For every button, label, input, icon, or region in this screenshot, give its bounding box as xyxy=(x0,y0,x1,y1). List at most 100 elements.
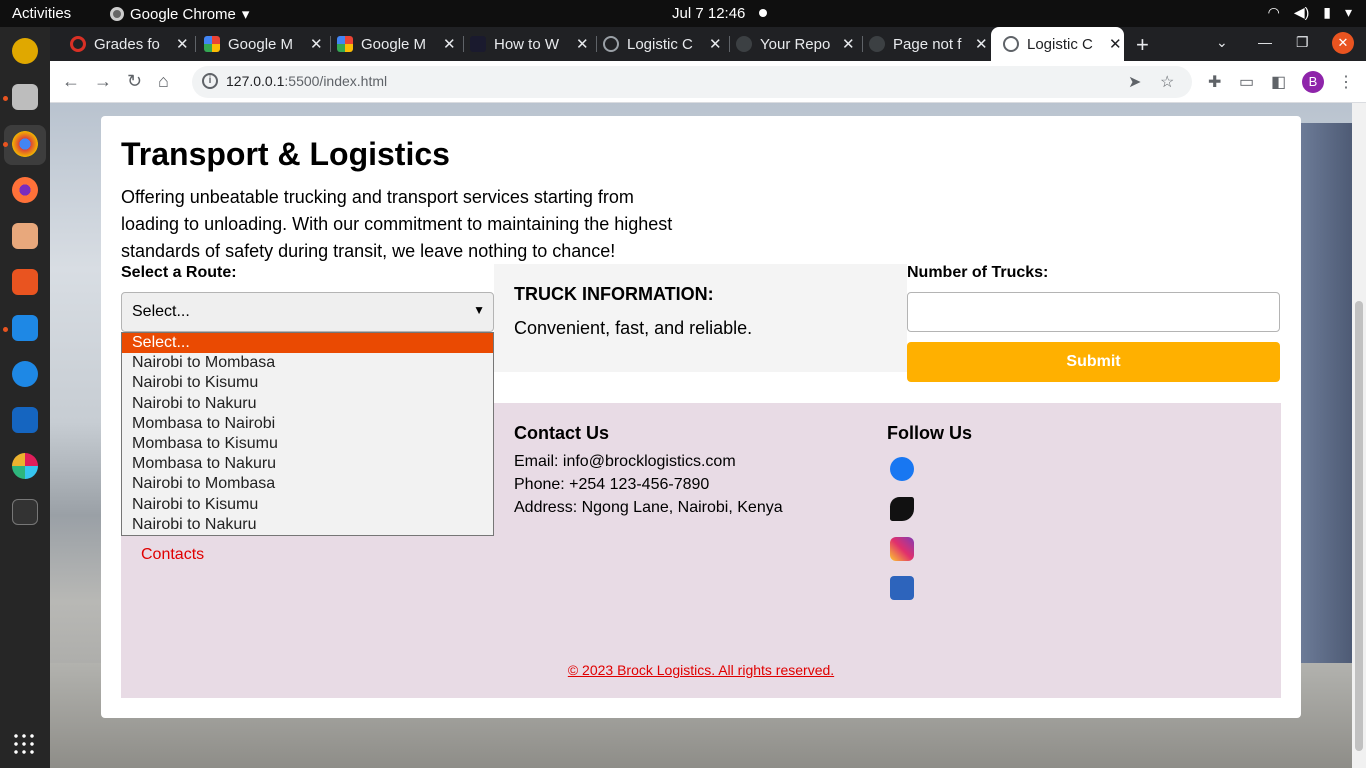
reload-icon[interactable]: ↻ xyxy=(127,71,142,92)
page-title: Transport & Logistics xyxy=(121,136,450,172)
back-icon[interactable]: ← xyxy=(62,71,80,92)
site-info-icon[interactable]: i xyxy=(202,73,218,89)
side-panel-icon[interactable]: ◧ xyxy=(1271,72,1286,92)
forward-icon[interactable]: → xyxy=(94,71,112,92)
clock[interactable]: Jul 7 12:46 xyxy=(672,5,745,22)
software-center-icon[interactable] xyxy=(12,269,38,295)
bookmark-star-icon[interactable]: ☆ xyxy=(1160,72,1174,92)
tab-4[interactable]: Logistic C ✕ xyxy=(597,27,730,61)
close-icon[interactable]: ✕ xyxy=(443,35,456,53)
apps-grid-icon[interactable] xyxy=(12,732,38,758)
tab-3[interactable]: How to W ✕ xyxy=(464,27,597,61)
route-option[interactable]: Nairobi to Nakuru xyxy=(122,394,493,414)
tab-title: How to W xyxy=(494,35,560,53)
route-option[interactable]: Mombasa to Nakuru xyxy=(122,454,493,474)
trucks-label: Number of Trucks: xyxy=(907,264,1049,281)
writer-icon[interactable] xyxy=(12,407,38,433)
page-scrollbar[interactable] xyxy=(1352,103,1366,768)
tab-5[interactable]: Your Repo ✕ xyxy=(730,27,863,61)
cast-icon[interactable]: ▭ xyxy=(1239,72,1254,92)
footer-link-contacts[interactable]: Contacts xyxy=(141,546,204,564)
instagram-icon[interactable] xyxy=(890,537,914,561)
profile-avatar[interactable]: B xyxy=(1302,71,1324,93)
firefox-icon[interactable] xyxy=(12,177,38,203)
globe-icon xyxy=(603,36,619,52)
globe-icon xyxy=(1003,36,1019,52)
home-icon[interactable]: ⌂ xyxy=(158,71,169,92)
route-option[interactable]: Mombasa to Nairobi xyxy=(122,414,493,434)
rhythmbox-icon[interactable] xyxy=(12,38,38,64)
route-option[interactable]: Nairobi to Kisumu xyxy=(122,495,493,515)
twitter-icon[interactable] xyxy=(890,497,914,521)
route-option[interactable]: Nairobi to Nakuru xyxy=(122,515,493,535)
linkedin-icon[interactable] xyxy=(890,576,914,600)
tab-title: Page not f xyxy=(893,35,962,53)
facebook-icon[interactable] xyxy=(890,457,914,481)
intro-text: Offering unbeatable trucking and transpo… xyxy=(121,187,673,261)
github-icon xyxy=(869,36,885,52)
system-tray[interactable]: ◠ ◀) ▮ ▾ xyxy=(1268,4,1352,21)
archive-icon[interactable] xyxy=(12,223,38,249)
menu-icon[interactable]: ⋮ xyxy=(1338,72,1354,92)
slack-icon[interactable] xyxy=(12,453,38,479)
close-icon[interactable]: ✕ xyxy=(1109,35,1122,53)
github-icon xyxy=(736,36,752,52)
route-option[interactable]: Nairobi to Mombasa xyxy=(122,353,493,373)
follow-heading: Follow Us xyxy=(887,423,972,443)
minimize-icon[interactable]: — xyxy=(1258,34,1272,50)
app-menu[interactable]: Google Chrome ▾ xyxy=(110,5,249,23)
chrome-dock-icon[interactable] xyxy=(12,131,38,157)
route-option[interactable]: Select... xyxy=(122,333,493,354)
scrollbar-thumb[interactable] xyxy=(1355,301,1363,751)
files-icon[interactable] xyxy=(12,84,38,110)
terminal-icon[interactable] xyxy=(12,499,38,525)
tab-2[interactable]: Google M ✕ xyxy=(331,27,464,61)
route-dropdown-list[interactable]: Select... Nairobi to Mombasa Nairobi to … xyxy=(121,332,494,536)
close-icon[interactable]: ✕ xyxy=(310,35,323,53)
tab-title: Your Repo xyxy=(760,35,831,53)
extensions-icon[interactable]: ✚ xyxy=(1208,72,1221,92)
copyright-link[interactable]: © 2023 Brock Logistics. All rights reser… xyxy=(121,662,1281,678)
vscode-icon[interactable] xyxy=(12,315,38,341)
tab-0[interactable]: Grades fo ✕ xyxy=(64,27,196,61)
tab-favicon xyxy=(204,36,220,52)
tab-search-icon[interactable]: ⌄ xyxy=(1216,34,1228,51)
notification-dot xyxy=(759,9,767,17)
tab-1[interactable]: Google M ✕ xyxy=(198,27,331,61)
tab-favicon xyxy=(470,36,486,52)
tab-favicon xyxy=(337,36,353,52)
tab-title: Logistic C xyxy=(1027,35,1093,53)
close-icon[interactable]: ✕ xyxy=(576,35,589,53)
address-bar[interactable]: i 127.0.0.1:5500/index.html ➤ ☆ xyxy=(192,66,1192,98)
route-option[interactable]: Nairobi to Kisumu xyxy=(122,373,493,393)
dock xyxy=(0,27,50,768)
close-window-button[interactable]: ✕ xyxy=(1332,32,1354,54)
tab-strip: Grades fo ✕ Google M ✕ Google M ✕ How to… xyxy=(50,27,1366,61)
route-option[interactable]: Nairobi to Mombasa xyxy=(122,474,493,494)
truck-info-panel: TRUCK INFORMATION: Convenient, fast, and… xyxy=(494,264,907,372)
battery-icon: ▮ xyxy=(1323,4,1331,20)
tab-6[interactable]: Page not f ✕ xyxy=(863,27,996,61)
page-viewport: Transport & Logistics Offering unbeatabl… xyxy=(50,103,1366,768)
tab-7-active[interactable]: Logistic C ✕ xyxy=(991,27,1124,61)
running-indicator xyxy=(3,142,8,147)
close-icon[interactable]: ✕ xyxy=(709,35,722,53)
maximize-icon[interactable]: ❐ xyxy=(1296,34,1309,51)
running-indicator xyxy=(3,96,8,101)
close-icon[interactable]: ✕ xyxy=(975,35,988,53)
help-icon[interactable] xyxy=(12,361,38,387)
new-tab-button[interactable]: + xyxy=(1136,32,1149,58)
trucks-input[interactable] xyxy=(907,292,1280,332)
submit-button[interactable]: Submit xyxy=(907,342,1280,382)
tab-title: Google M xyxy=(228,35,294,53)
contact-heading: Contact Us xyxy=(514,423,610,443)
route-option[interactable]: Mombasa to Kisumu xyxy=(122,434,493,454)
send-icon[interactable]: ➤ xyxy=(1128,72,1141,92)
truck-info-text: Convenient, fast, and reliable. xyxy=(514,318,753,338)
route-select[interactable]: Select... ▼ xyxy=(121,292,494,332)
close-icon[interactable]: ✕ xyxy=(842,35,855,53)
volume-icon: ◀) xyxy=(1293,4,1310,20)
route-label: Select a Route: xyxy=(121,264,237,281)
activities-button[interactable]: Activities xyxy=(12,5,71,22)
close-icon[interactable]: ✕ xyxy=(176,35,189,53)
